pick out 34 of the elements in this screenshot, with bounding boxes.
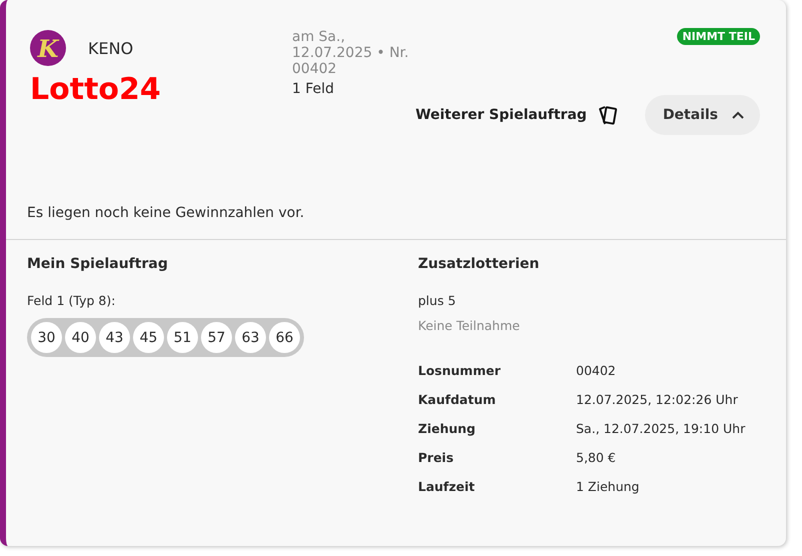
field-label: Feld 1 (Typ 8): xyxy=(27,293,116,308)
detail-value: 5,80 € xyxy=(576,450,617,465)
status-message: Es liegen noch keine Gewinnzahlen vor. xyxy=(26,205,306,223)
section-heading: Zusatzlotterien xyxy=(418,256,540,272)
draw-info: am Sa., 12.07.2025 • Nr. 00402 xyxy=(292,29,410,77)
cards-icon xyxy=(596,104,619,126)
number-ball: 43 xyxy=(99,322,130,353)
number-ball: 30 xyxy=(31,322,62,353)
detail-label: Laufzeit xyxy=(418,479,476,494)
number-ball: 40 xyxy=(65,322,96,353)
game-name: KENO xyxy=(88,38,134,58)
brand-logo: Lotto24 xyxy=(30,72,161,107)
number-ball: 51 xyxy=(167,322,198,353)
game-logo: K xyxy=(30,30,66,66)
detail-value: Sa., 12.07.2025, 19:10 Uhr xyxy=(576,421,746,436)
chevron-up-icon xyxy=(732,111,744,119)
field-count: 1 Feld xyxy=(292,81,336,97)
detail-value: 1 Ziehung xyxy=(576,479,640,494)
detail-value: 00402 xyxy=(576,363,617,378)
detail-label: Preis xyxy=(418,450,455,465)
detail-label: Losnummer xyxy=(418,363,502,378)
detail-label: Kaufdatum xyxy=(418,392,497,407)
another-order-button[interactable]: Weiterer Spielauftrag xyxy=(415,104,619,126)
lottery-name: plus 5 xyxy=(418,293,457,308)
participation-status: Keine Teilnahme xyxy=(418,318,521,333)
number-ball: 66 xyxy=(269,322,300,353)
detail-value: 12.07.2025, 12:02:26 Uhr xyxy=(576,392,739,407)
status-badge: NIMMT TEIL xyxy=(677,28,760,45)
number-ball: 57 xyxy=(201,322,232,353)
number-ball: 45 xyxy=(133,322,164,353)
section-heading: Mein Spielauftrag xyxy=(27,256,169,272)
detail-label: Ziehung xyxy=(418,421,476,436)
number-ball: 63 xyxy=(235,322,266,353)
details-button[interactable]: Details xyxy=(644,95,760,135)
